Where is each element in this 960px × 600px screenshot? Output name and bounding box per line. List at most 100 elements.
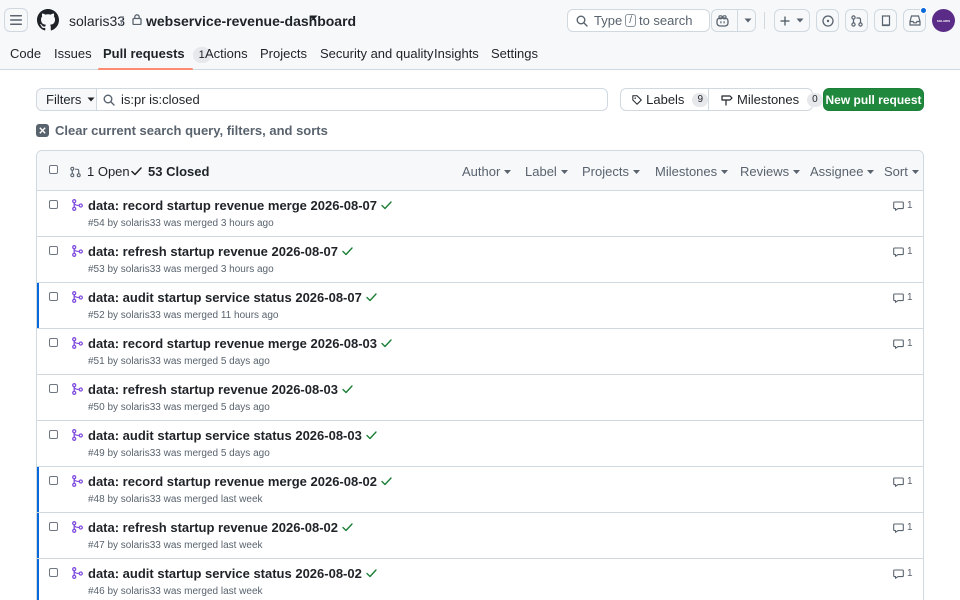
check-icon [366,431,377,440]
comment-icon [893,338,904,349]
tab-insights[interactable]: Insights [434,46,479,61]
projects-filter-label: Projects [582,164,629,179]
global-search-input[interactable]: Type / to search [567,9,710,32]
row-checkbox[interactable] [49,384,58,393]
tab-issues[interactable]: Issues [54,46,92,61]
projects-filter-menu[interactable]: Projects [582,164,640,179]
comments-count: 1 [907,292,913,303]
milestones-button[interactable]: Milestones 0 [709,89,823,110]
pr-title-link[interactable]: data: audit startup service status 2026-… [88,290,377,305]
row-checkbox[interactable] [49,246,58,255]
comments-link[interactable]: 1 [893,246,913,257]
git-merge-icon [72,199,83,211]
comments-link[interactable]: 1 [893,522,913,533]
chevron-down-icon[interactable] [309,15,318,21]
hamburger-icon [10,15,22,25]
chevron-down-icon [87,97,95,102]
comments-link[interactable]: 1 [893,292,913,303]
tab-code[interactable]: Code [10,46,41,61]
comment-icon [893,200,904,211]
chevron-down-icon [560,169,568,174]
create-new-button[interactable] [774,9,810,32]
labels-button[interactable]: Labels 9 [621,89,709,110]
table-row[interactable]: data: record startup revenue merge 2026-… [37,191,923,237]
tab-pull-requests[interactable]: Pull requests 1 [103,46,211,63]
comments-link[interactable]: 1 [893,200,913,211]
sort-menu[interactable]: Sort [884,164,919,179]
tab-projects[interactable]: Projects [260,46,307,61]
git-merge-icon [72,429,83,441]
notification-indicator [920,7,927,14]
tab-security[interactable]: Security and quality [320,46,433,61]
new-pull-request-button[interactable]: New pull request [823,88,924,111]
github-logo-icon[interactable] [37,9,59,31]
open-filter-link[interactable]: 1 Open [70,164,130,179]
reviews-filter-label: Reviews [740,164,790,179]
table-row[interactable]: data: refresh startup revenue 2026-08-02… [37,513,923,559]
row-checkbox[interactable] [49,476,58,485]
pr-title-link[interactable]: data: record startup revenue merge 2026-… [88,198,392,213]
row-checkbox[interactable] [49,522,58,531]
table-row[interactable]: data: audit startup service status 2026-… [37,559,923,600]
pr-search-query: is:pr is:closed [121,92,200,107]
select-all-checkbox[interactable] [49,165,58,174]
filters-button[interactable]: Filters [36,88,97,111]
pr-search-input[interactable]: is:pr is:closed [96,88,608,111]
author-filter-menu[interactable]: Author [462,164,512,179]
lock-icon [132,14,142,25]
pr-meta: #48 by solaris33 was merged last week [88,494,263,505]
pr-meta: #49 by solaris33 was merged 5 days ago [88,448,270,459]
row-checkbox[interactable] [49,292,58,301]
pr-title-link[interactable]: data: refresh startup revenue 2026-08-03 [88,382,353,397]
reviews-filter-menu[interactable]: Reviews [740,164,801,179]
active-tab-underline [98,68,193,70]
copilot-button[interactable] [711,9,756,32]
copilot-icon [715,14,729,27]
pr-title-link[interactable]: data: refresh startup revenue 2026-08-07 [88,244,353,259]
table-row[interactable]: data: audit startup service status 2026-… [37,421,923,467]
tab-actions[interactable]: Actions [205,46,248,61]
label-filter-menu[interactable]: Label [525,164,568,179]
issues-button[interactable] [816,9,839,32]
closed-filter-link[interactable]: 53 Closed [131,164,209,179]
breadcrumb-repo[interactable]: webservice-revenue-dashboard [146,13,356,29]
pr-meta: #51 by solaris33 was merged 5 days ago [88,356,270,367]
table-row[interactable]: data: record startup revenue merge 2026-… [37,467,923,513]
table-row[interactable]: data: record startup revenue merge 2026-… [37,329,923,375]
check-icon [342,385,353,394]
chevron-down-icon [721,169,729,174]
pr-title-link[interactable]: data: record startup revenue merge 2026-… [88,474,392,489]
row-checkbox[interactable] [49,200,58,209]
menu-button[interactable] [4,8,28,32]
pr-title-link[interactable]: data: refresh startup revenue 2026-08-02 [88,520,353,535]
table-row[interactable]: data: audit startup service status 2026-… [37,283,923,329]
search-prefix-text: Type [594,13,623,28]
git-merge-icon [72,245,83,257]
clear-filters-link[interactable]: Clear current search query, filters, and… [36,123,328,138]
row-checkbox[interactable] [49,338,58,347]
comments-link[interactable]: 1 [893,476,913,487]
pr-title-link[interactable]: data: audit startup service status 2026-… [88,566,377,581]
repo-nav: Code Issues Pull requests 1 Actions Proje… [0,46,960,70]
pull-requests-button[interactable] [845,9,868,32]
pull-request-rows: data: record startup revenue merge 2026-… [37,191,923,600]
comments-link[interactable]: 1 [893,568,913,579]
milestones-filter-menu[interactable]: Milestones [655,164,729,179]
check-icon [131,167,142,176]
comments-link[interactable]: 1 [893,338,913,349]
pr-title-link[interactable]: data: record startup revenue merge 2026-… [88,336,392,351]
git-pull-request-icon [850,14,863,27]
repositories-button[interactable] [874,9,897,32]
comments-count: 1 [907,568,913,579]
filters-label: Filters [46,92,82,107]
row-checkbox[interactable] [49,430,58,439]
tab-settings[interactable]: Settings [491,46,538,61]
pr-meta: #46 by solaris33 was merged last week [88,586,263,597]
table-row[interactable]: data: refresh startup revenue 2026-08-03… [37,375,923,421]
row-checkbox[interactable] [49,568,58,577]
assignee-filter-menu[interactable]: Assignee [810,164,875,179]
pr-title-link[interactable]: data: audit startup service status 2026-… [88,428,377,443]
avatar[interactable]: SOLARIS [932,9,955,32]
table-row[interactable]: data: refresh startup revenue 2026-08-07… [37,237,923,283]
breadcrumb-owner[interactable]: solaris33 [69,13,125,29]
